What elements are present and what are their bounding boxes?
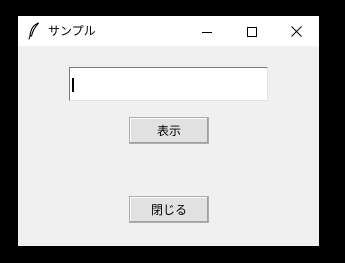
close-button[interactable]: 閉じる bbox=[129, 196, 209, 223]
text-entry-field[interactable] bbox=[69, 67, 268, 101]
minimize-icon bbox=[201, 22, 212, 41]
title-bar[interactable]: サンプル bbox=[18, 16, 319, 46]
text-entry-input[interactable] bbox=[70, 68, 267, 100]
maximize-button[interactable] bbox=[229, 16, 274, 46]
close-window-button[interactable] bbox=[274, 16, 319, 46]
feather-icon bbox=[27, 22, 41, 40]
window-title: サンプル bbox=[48, 24, 96, 38]
minimize-button[interactable] bbox=[184, 16, 229, 46]
app-window: サンプル 表示 閉じる bbox=[18, 16, 319, 246]
show-button[interactable]: 表示 bbox=[129, 117, 209, 144]
text-caret bbox=[72, 78, 74, 92]
close-icon bbox=[291, 22, 302, 41]
maximize-icon bbox=[246, 22, 257, 41]
